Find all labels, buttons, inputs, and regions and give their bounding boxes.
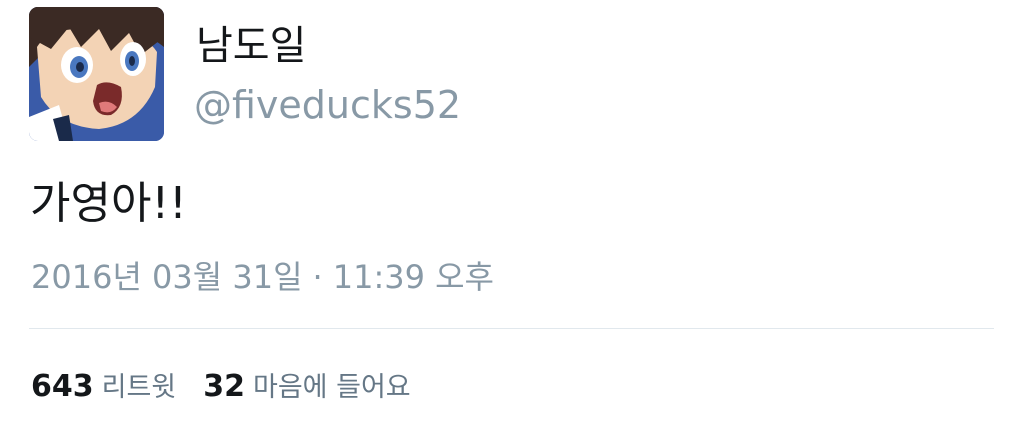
avatar-image	[29, 7, 164, 141]
display-name[interactable]: 남도일	[196, 22, 306, 70]
divider	[29, 328, 994, 329]
tweet-timestamp[interactable]: 2016년 03월 31일 · 11:39 오후	[31, 256, 494, 298]
retweets-stat[interactable]: 643 리트윗	[31, 366, 176, 412]
retweets-label: 리트윗	[101, 372, 177, 403]
likes-label: 마음에 들어요	[253, 372, 411, 403]
tweet-stats: 643 리트윗 32 마음에 들어요	[31, 366, 433, 408]
retweets-count: 643	[31, 369, 94, 404]
avatar[interactable]	[29, 7, 164, 141]
likes-count: 32	[203, 369, 245, 404]
timestamp-separator: ·	[312, 258, 323, 296]
tweet-text: 가영아!!	[30, 178, 187, 229]
user-handle[interactable]: @fiveducks52	[194, 82, 461, 128]
tweet-card: 남도일 @fiveducks52 가영아!! 2016년 03월 31일 · 11:…	[0, 0, 1024, 429]
timestamp-time: 11:39 오후	[332, 258, 494, 296]
likes-stat[interactable]: 32 마음에 들어요	[203, 366, 410, 412]
timestamp-date: 2016년 03월 31일	[31, 258, 303, 296]
